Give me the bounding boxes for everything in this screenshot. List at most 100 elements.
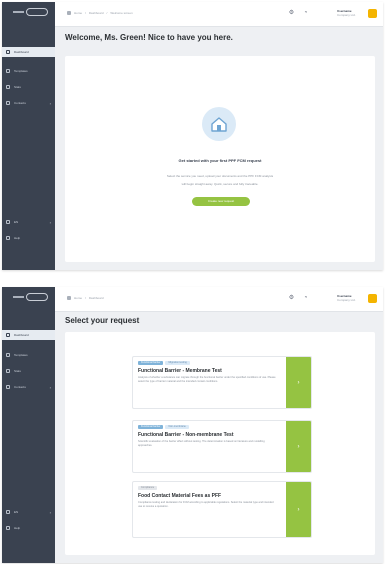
sidebar-item-dashboard[interactable]: Dashboard <box>2 330 55 340</box>
sidebar-item-dashboard[interactable]: Dashboard <box>2 47 55 57</box>
sidebar-item-stats[interactable]: Stats <box>2 82 55 92</box>
breadcrumb: Home / Dashboard / Welcome screen <box>67 11 133 15</box>
document-icon <box>6 69 10 73</box>
sidebar-item-label: Contacts <box>14 385 26 389</box>
help-icon <box>6 236 10 240</box>
badge-row: Functional barrier Migration testing <box>138 361 190 365</box>
badge-row: Functional barrier Non-membrane <box>138 425 189 429</box>
help-icon <box>6 526 10 530</box>
breadcrumb-item: Welcome screen <box>110 11 133 15</box>
sidebar-item-templates[interactable]: Templates <box>2 66 55 76</box>
grid-icon <box>6 50 10 54</box>
sidebar-item-stats[interactable]: Stats <box>2 366 55 376</box>
settings-icon[interactable]: ⚙ <box>288 295 295 302</box>
select-card-button[interactable]: › <box>286 421 311 472</box>
user-menu[interactable]: Username Company Ltd. <box>337 9 365 19</box>
welcome-screen: Dashboard Templates Stats Contacts › EN … <box>2 2 383 270</box>
app-logo[interactable] <box>13 8 48 16</box>
chevron-right-icon: › <box>49 509 51 515</box>
chevron-right-icon: › <box>49 384 51 390</box>
card-description: Scientific evaluation of the barrier eff… <box>138 440 265 447</box>
category-badge: Migration testing <box>165 361 190 365</box>
document-icon <box>6 353 10 357</box>
sidebar-item-label: Help <box>14 526 21 530</box>
breadcrumb-item[interactable]: Dashboard <box>89 296 104 300</box>
sidebar-item-label: EN <box>14 510 19 514</box>
people-icon <box>6 101 10 105</box>
empty-state-text: Select the service you need, upload your… <box>166 174 274 178</box>
chevron-right-icon: › <box>297 506 300 513</box>
category-badge: Functional barrier <box>138 361 164 365</box>
sidebar-item-help[interactable]: Help <box>2 523 55 533</box>
sidebar: Dashboard Templates Stats Contacts › EN … <box>2 287 55 563</box>
globe-icon <box>6 510 10 514</box>
create-request-button[interactable]: Create new request <box>192 197 250 206</box>
breadcrumb-separator: / <box>85 296 86 300</box>
folder-icon[interactable] <box>368 294 377 303</box>
sidebar-item-label: Help <box>14 236 21 240</box>
card-title: Functional Barrier - Membrane Test <box>138 368 222 374</box>
page-title: Welcome, Ms. Green! Nice to have you her… <box>65 33 233 42</box>
app-logo[interactable] <box>13 293 48 301</box>
breadcrumb-item[interactable]: Home <box>74 296 82 300</box>
sidebar-item-label: Dashboard <box>14 50 29 54</box>
breadcrumb-item[interactable]: Dashboard <box>89 11 104 15</box>
category-badge: Functional barrier <box>138 425 164 429</box>
sidebar-item-label: Stats <box>14 85 21 89</box>
select-card-button[interactable]: › <box>286 357 311 408</box>
settings-icon[interactable]: ⚙ <box>288 10 295 17</box>
notification-icon[interactable]: ◔ <box>302 10 309 17</box>
sidebar-item-language[interactable]: EN › <box>2 217 55 227</box>
request-card-non-membrane-test[interactable]: Functional barrier Non-membrane Function… <box>132 420 312 473</box>
breadcrumb-separator: / <box>85 11 86 15</box>
grid-icon <box>6 333 10 337</box>
empty-state-text: will begin straight away. Quick, secure … <box>181 182 259 186</box>
sidebar-item-label: EN <box>14 220 19 224</box>
sidebar-item-contacts[interactable]: Contacts › <box>2 382 55 392</box>
request-card-fcm-fees[interactable]: Compliance Food Contact Material Fees as… <box>132 481 312 538</box>
sidebar-item-contacts[interactable]: Contacts › <box>2 98 55 108</box>
sidebar-item-label: Templates <box>14 353 28 357</box>
user-company: Company Ltd. <box>337 298 356 302</box>
user-menu[interactable]: Username Company Ltd. <box>337 294 365 304</box>
sidebar-item-templates[interactable]: Templates <box>2 350 55 360</box>
topbar: Home / Dashboard ⚙ ◔ Username Company Lt… <box>55 287 383 312</box>
request-card-membrane-test[interactable]: Functional barrier Migration testing Fun… <box>132 356 312 409</box>
select-request-screen: Dashboard Templates Stats Contacts › EN … <box>2 287 383 563</box>
card-title: Food Contact Material Fees as PFF <box>138 493 222 499</box>
card-description: Analysis of whether a substance can migr… <box>138 376 276 383</box>
breadcrumb: Home / Dashboard <box>67 296 104 300</box>
select-card-button[interactable]: › <box>286 482 311 537</box>
card-title: Functional Barrier - Non-membrane Test <box>138 432 234 438</box>
sidebar-item-help[interactable]: Help <box>2 233 55 243</box>
sidebar-item-label: Contacts <box>14 101 26 105</box>
chart-icon <box>6 369 10 373</box>
category-badge: Compliance <box>138 486 158 490</box>
empty-state-title: Get started with your first PPF FCM requ… <box>178 158 262 163</box>
house-illustration-icon <box>202 107 236 141</box>
people-icon <box>6 385 10 389</box>
page-title: Select your request <box>65 316 140 325</box>
sidebar-item-label: Templates <box>14 69 28 73</box>
card-description: Compliance testing and declaration for F… <box>138 501 274 508</box>
sidebar-item-label: Dashboard <box>14 333 29 337</box>
sidebar-item-label: Stats <box>14 369 21 373</box>
sidebar-item-language[interactable]: EN › <box>2 507 55 517</box>
chevron-right-icon: › <box>49 100 51 106</box>
folder-icon[interactable] <box>368 9 377 18</box>
sidebar: Dashboard Templates Stats Contacts › EN … <box>2 2 55 270</box>
chart-icon <box>6 85 10 89</box>
breadcrumb-item[interactable]: Home <box>74 11 82 15</box>
user-company: Company Ltd. <box>337 13 356 17</box>
globe-icon <box>6 220 10 224</box>
badge-row: Compliance <box>138 486 158 490</box>
chevron-right-icon: › <box>297 379 300 386</box>
chevron-right-icon: › <box>297 443 300 450</box>
category-badge: Non-membrane <box>165 425 189 429</box>
chevron-right-icon: › <box>49 219 51 225</box>
home-icon[interactable] <box>67 296 71 300</box>
notification-icon[interactable]: ◔ <box>302 295 309 302</box>
home-icon[interactable] <box>67 11 71 15</box>
breadcrumb-separator: / <box>106 11 108 15</box>
topbar: Home / Dashboard / Welcome screen ⚙ ◔ Us… <box>55 2 383 27</box>
